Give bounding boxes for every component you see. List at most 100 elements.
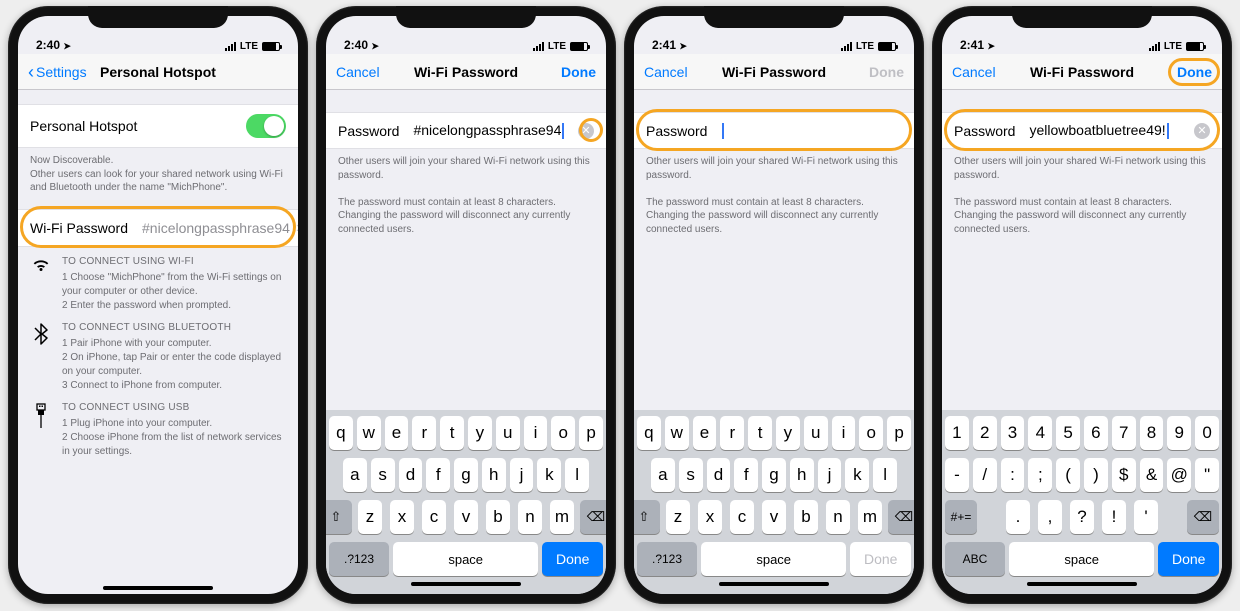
key-?[interactable]: ? (1070, 500, 1094, 534)
key-p[interactable]: p (579, 416, 603, 450)
key-g[interactable]: g (762, 458, 786, 492)
key-f[interactable]: f (734, 458, 758, 492)
cancel-button[interactable]: Cancel (952, 54, 996, 89)
key-t[interactable]: t (440, 416, 464, 450)
key-h[interactable]: h (790, 458, 814, 492)
key-9[interactable]: 9 (1167, 416, 1191, 450)
key-r[interactable]: r (412, 416, 436, 450)
key-y[interactable]: y (468, 416, 492, 450)
password-input-row[interactable]: Password yellowboatbluetree49! ✕ (942, 112, 1222, 149)
numbers-key[interactable]: .?123 (637, 542, 697, 576)
abc-key[interactable]: ABC (945, 542, 1005, 576)
clear-icon[interactable]: ✕ (1194, 123, 1210, 139)
key-:[interactable]: : (1001, 458, 1025, 492)
key-4[interactable]: 4 (1028, 416, 1052, 450)
key-i[interactable]: i (524, 416, 548, 450)
shift-key[interactable]: ⇧ (326, 500, 352, 534)
key-s[interactable]: s (371, 458, 395, 492)
password-input[interactable] (707, 122, 902, 139)
keyboard[interactable]: 1234567890 -/:;()$&@" #+= .,?!' ⌫ ABC sp… (942, 410, 1222, 594)
numbers-key[interactable]: .?123 (329, 542, 389, 576)
space-key[interactable]: space (393, 542, 538, 576)
key-d[interactable]: d (707, 458, 731, 492)
password-input-row[interactable]: Password #nicelongpassphrase94 ✕ (326, 112, 606, 149)
key-/[interactable]: / (973, 458, 997, 492)
key-j[interactable]: j (818, 458, 842, 492)
cancel-button[interactable]: Cancel (644, 54, 688, 89)
key-l[interactable]: l (873, 458, 897, 492)
key-m[interactable]: m (550, 500, 574, 534)
wifi-password-row[interactable]: Wi-Fi Password #nicelongpassphrase94 › (18, 209, 298, 247)
key-x[interactable]: x (698, 500, 722, 534)
key-)[interactable]: ) (1084, 458, 1108, 492)
key-z[interactable]: z (358, 500, 382, 534)
keyboard-done-key[interactable]: Done (542, 542, 603, 576)
key-w[interactable]: w (357, 416, 381, 450)
space-key[interactable]: space (701, 542, 846, 576)
home-indicator[interactable] (103, 586, 213, 590)
clear-icon[interactable]: ✕ (578, 123, 594, 139)
key-w[interactable]: w (665, 416, 689, 450)
backspace-key[interactable]: ⌫ (888, 500, 914, 534)
keyboard[interactable]: qwertyuiop asdfghjkl ⇧ zxcvbnm ⌫ .?123 s… (326, 410, 606, 594)
key-k[interactable]: k (845, 458, 869, 492)
key-l[interactable]: l (565, 458, 589, 492)
key-u[interactable]: u (496, 416, 520, 450)
key-y[interactable]: y (776, 416, 800, 450)
key-![interactable]: ! (1102, 500, 1126, 534)
key-&[interactable]: & (1140, 458, 1164, 492)
done-button[interactable]: Done (561, 54, 596, 89)
key-a[interactable]: a (343, 458, 367, 492)
key-v[interactable]: v (454, 500, 478, 534)
hotspot-toggle-row[interactable]: Personal Hotspot (18, 104, 298, 148)
key-t[interactable]: t (748, 416, 772, 450)
key--[interactable]: - (945, 458, 969, 492)
key-x[interactable]: x (390, 500, 414, 534)
done-button[interactable]: Done (1177, 54, 1212, 89)
key-@[interactable]: @ (1167, 458, 1191, 492)
key-j[interactable]: j (510, 458, 534, 492)
key-;[interactable]: ; (1028, 458, 1052, 492)
key-a[interactable]: a (651, 458, 675, 492)
key-1[interactable]: 1 (945, 416, 969, 450)
password-input[interactable]: #nicelongpassphrase94 (399, 122, 578, 139)
backspace-key[interactable]: ⌫ (1187, 500, 1219, 534)
key-m[interactable]: m (858, 500, 882, 534)
key-5[interactable]: 5 (1056, 416, 1080, 450)
cancel-button[interactable]: Cancel (336, 54, 380, 89)
home-indicator[interactable] (719, 582, 829, 586)
home-indicator[interactable] (1027, 582, 1137, 586)
symbols-key[interactable]: #+= (945, 500, 977, 534)
password-input-row[interactable]: Password (634, 112, 914, 149)
key-d[interactable]: d (399, 458, 423, 492)
key-p[interactable]: p (887, 416, 911, 450)
backspace-key[interactable]: ⌫ (580, 500, 606, 534)
key-q[interactable]: q (329, 416, 353, 450)
key-.[interactable]: . (1006, 500, 1030, 534)
key-r[interactable]: r (720, 416, 744, 450)
key-h[interactable]: h (482, 458, 506, 492)
key-8[interactable]: 8 (1140, 416, 1164, 450)
key-3[interactable]: 3 (1001, 416, 1025, 450)
key-$[interactable]: $ (1112, 458, 1136, 492)
key-b[interactable]: b (486, 500, 510, 534)
key-n[interactable]: n (826, 500, 850, 534)
key-s[interactable]: s (679, 458, 703, 492)
home-indicator[interactable] (411, 582, 521, 586)
shift-key[interactable]: ⇧ (634, 500, 660, 534)
key-f[interactable]: f (426, 458, 450, 492)
key-6[interactable]: 6 (1084, 416, 1108, 450)
keyboard-done-key[interactable]: Done (1158, 542, 1219, 576)
toggle-switch[interactable] (246, 114, 286, 138)
password-input[interactable]: yellowboatbluetree49! (1015, 122, 1194, 139)
key-c[interactable]: c (422, 500, 446, 534)
key-e[interactable]: e (385, 416, 409, 450)
key-v[interactable]: v (762, 500, 786, 534)
key-u[interactable]: u (804, 416, 828, 450)
key-g[interactable]: g (454, 458, 478, 492)
key-b[interactable]: b (794, 500, 818, 534)
key-q[interactable]: q (637, 416, 661, 450)
key-z[interactable]: z (666, 500, 690, 534)
space-key[interactable]: space (1009, 542, 1154, 576)
keyboard[interactable]: qwertyuiop asdfghjkl ⇧ zxcvbnm ⌫ .?123 s… (634, 410, 914, 594)
